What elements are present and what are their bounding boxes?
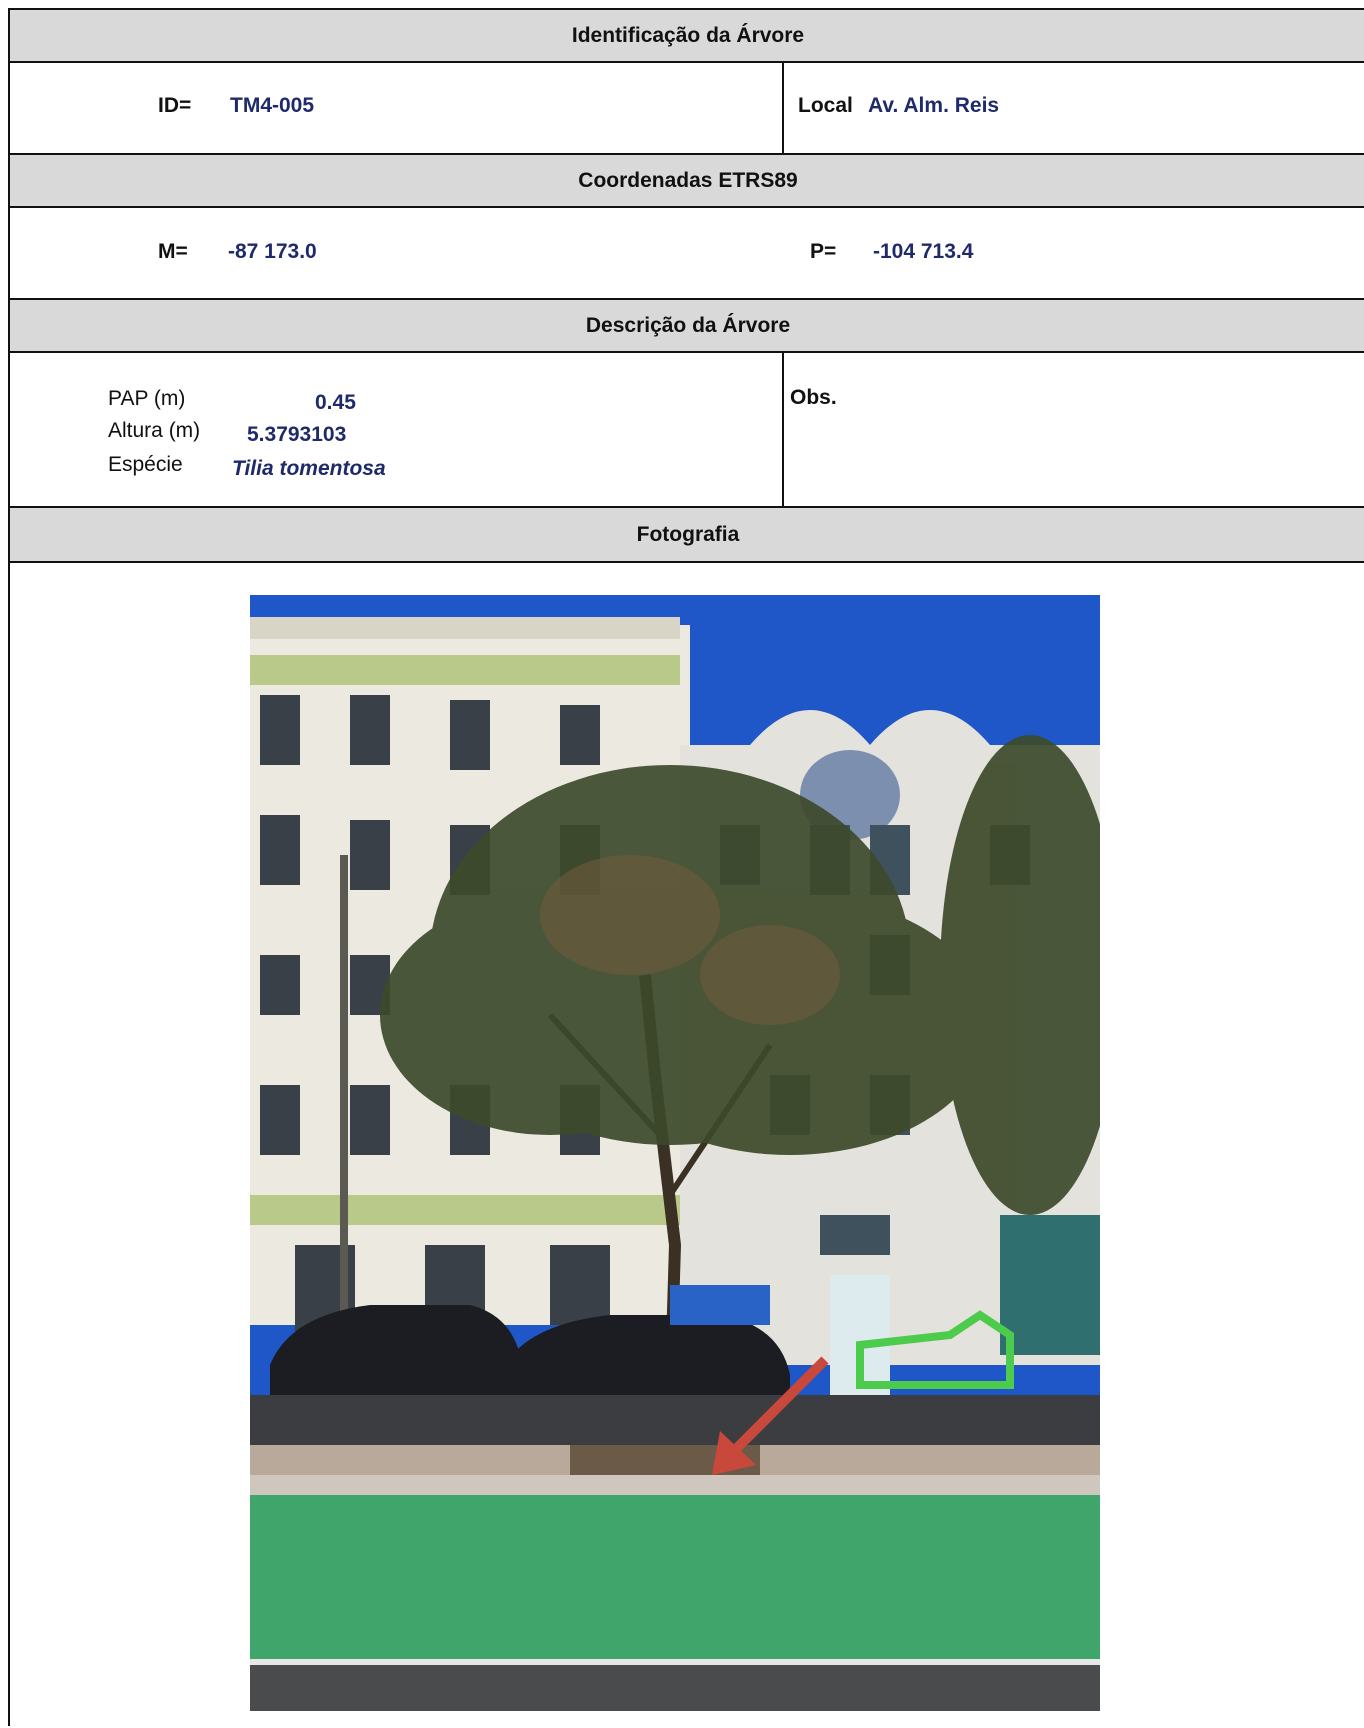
altura-label: Altura (m) bbox=[108, 419, 201, 442]
id-label: ID= bbox=[158, 94, 192, 117]
section-header-fotografia: Fotografia bbox=[10, 508, 1364, 563]
section-header-coordenadas: Coordenadas ETRS89 bbox=[10, 155, 1364, 208]
photo-area bbox=[10, 563, 1364, 1728]
pap-value: 0.45 bbox=[315, 391, 356, 414]
section-header-descricao: Descrição da Árvore bbox=[10, 300, 1364, 353]
tree-record-sheet: Identificação da Árvore ID= TM4-005 Loca… bbox=[8, 8, 1364, 1728]
descricao-row: PAP (m) 0.45 Altura (m) 5.3793103 Espéci… bbox=[10, 353, 1364, 508]
local-value: Av. Alm. Reis bbox=[868, 94, 1000, 117]
altura-value: 5.3793103 bbox=[247, 423, 347, 446]
especie-label: Espécie bbox=[108, 453, 183, 476]
pap-label: PAP (m) bbox=[108, 387, 186, 410]
id-value: TM4-005 bbox=[230, 94, 315, 117]
p-value: -104 713.4 bbox=[873, 240, 974, 263]
descricao-title: Descrição da Árvore bbox=[585, 313, 791, 337]
obs-label: Obs. bbox=[790, 386, 837, 409]
especie-value: Tilia tomentosa bbox=[232, 457, 386, 480]
identificacao-row: ID= TM4-005 Local Av. Alm. Reis bbox=[10, 63, 1364, 155]
m-label: M= bbox=[158, 240, 188, 263]
coordenadas-title: Coordenadas ETRS89 bbox=[578, 168, 798, 192]
coordenadas-row: M= -87 173.0 P= -104 713.4 bbox=[10, 208, 1364, 300]
p-label: P= bbox=[810, 240, 837, 263]
local-label: Local bbox=[798, 94, 853, 117]
identificacao-title: Identificação da Árvore bbox=[571, 23, 805, 47]
column-divider bbox=[782, 63, 784, 153]
m-value: -87 173.0 bbox=[228, 240, 317, 263]
fotografia-title: Fotografia bbox=[636, 522, 740, 546]
section-header-identificacao: Identificação da Árvore bbox=[10, 10, 1364, 63]
tree-photograph bbox=[250, 595, 1100, 1711]
column-divider bbox=[782, 353, 784, 506]
